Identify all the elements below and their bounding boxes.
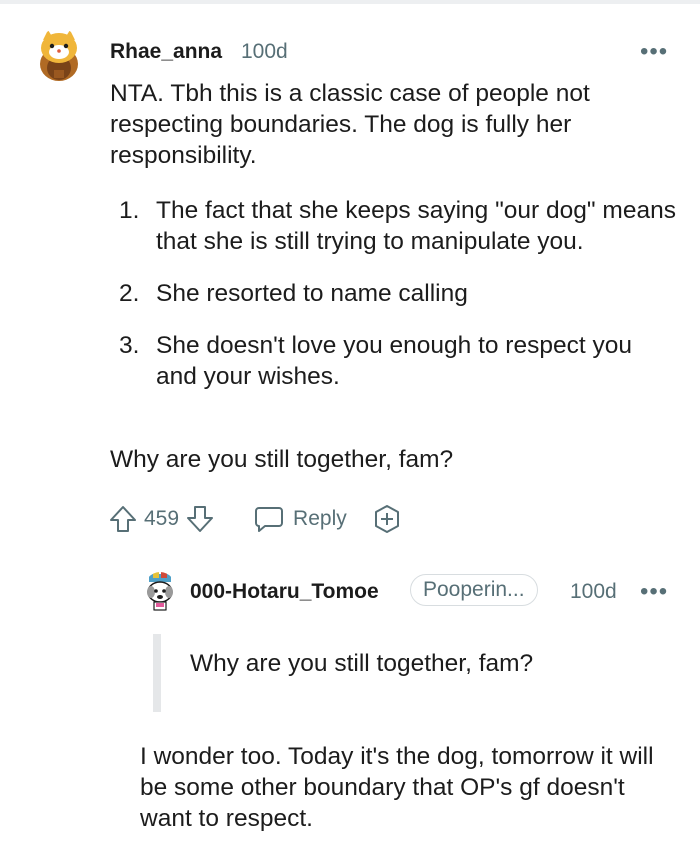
list-item-text: She resorted to name calling <box>156 280 468 307</box>
avatar-dog-icon <box>147 572 173 611</box>
upvote-arrow-icon <box>110 506 136 532</box>
list-item-number: 1. <box>119 197 140 224</box>
award-icon[interactable] <box>371 503 403 535</box>
reply-button[interactable]: Reply <box>293 507 347 531</box>
reply-quote: Why are you still together, fam? <box>190 650 534 677</box>
upvote-icon[interactable] <box>108 504 138 534</box>
reply-username[interactable]: 000-Hotaru_Tomoe <box>190 580 379 604</box>
comment-more-options-button[interactable]: ••• <box>640 40 668 64</box>
comment-age: 100d <box>241 40 288 63</box>
avatar-cat-icon <box>40 30 78 81</box>
quote-bar <box>153 634 161 712</box>
list-item: 1. The fact that she keeps saying "our d… <box>119 195 679 257</box>
reply-icon[interactable] <box>253 504 285 534</box>
comment-intro: NTA. Tbh this is a classic case of peopl… <box>110 80 590 169</box>
user-avatar[interactable] <box>36 28 82 82</box>
reply-more-options-button[interactable]: ••• <box>640 580 668 604</box>
downvote-arrow-icon <box>187 506 214 532</box>
reply-age: 100d <box>570 580 617 603</box>
vote-count: 459 <box>144 507 180 530</box>
reply-text: I wonder too. Today it's the dog, tomorr… <box>140 743 654 832</box>
list-item-number: 2. <box>119 280 140 307</box>
comment-closing: Why are you still together, fam? <box>110 446 454 473</box>
award-plus-icon <box>374 505 399 533</box>
downvote-icon[interactable] <box>185 504 215 534</box>
list-item: 3. She doesn't love you enough to respec… <box>119 330 679 392</box>
list-item-text: She doesn't love you enough to respect y… <box>156 332 632 390</box>
list-item-text: The fact that she keeps saying "our dog"… <box>156 197 676 255</box>
comment-username[interactable]: Rhae_anna <box>110 40 222 64</box>
list-item: 2. She resorted to name calling <box>119 278 679 309</box>
chat-bubble-icon <box>255 507 284 532</box>
comment-numbered-list: 1. The fact that she keeps saying "our d… <box>119 195 679 413</box>
top-divider <box>0 0 700 4</box>
list-item-number: 3. <box>119 332 140 359</box>
comment-action-bar: 459 Reply <box>108 502 403 536</box>
reply-user-avatar[interactable] <box>143 572 177 612</box>
user-flair-badge: Pooperin... <box>410 574 538 606</box>
